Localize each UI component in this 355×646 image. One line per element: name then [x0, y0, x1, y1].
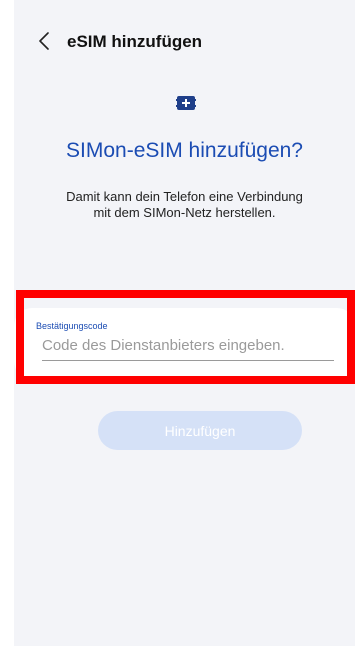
- app-header: eSIM hinzufügen: [14, 26, 355, 62]
- esim-add-icon: [176, 95, 196, 111]
- confirmation-code-input[interactable]: [42, 332, 334, 361]
- description-text: Damit kann dein Telefon eine Verbindung …: [66, 189, 303, 220]
- main-title: SIMon-eSIM hinzufügen?: [66, 139, 303, 162]
- confirmation-code-label: Bestätigungscode: [36, 321, 108, 331]
- page-title: eSIM hinzufügen: [67, 32, 203, 51]
- confirmation-code-card: Bestätigungscode: [14, 308, 355, 379]
- chevron-left-icon: [38, 31, 50, 55]
- back-button[interactable]: [32, 28, 56, 58]
- add-button[interactable]: Hinzufügen: [98, 411, 302, 450]
- esim-add-screen: eSIM hinzufügen SIMon-eSIM hinzufügen? D…: [14, 0, 355, 646]
